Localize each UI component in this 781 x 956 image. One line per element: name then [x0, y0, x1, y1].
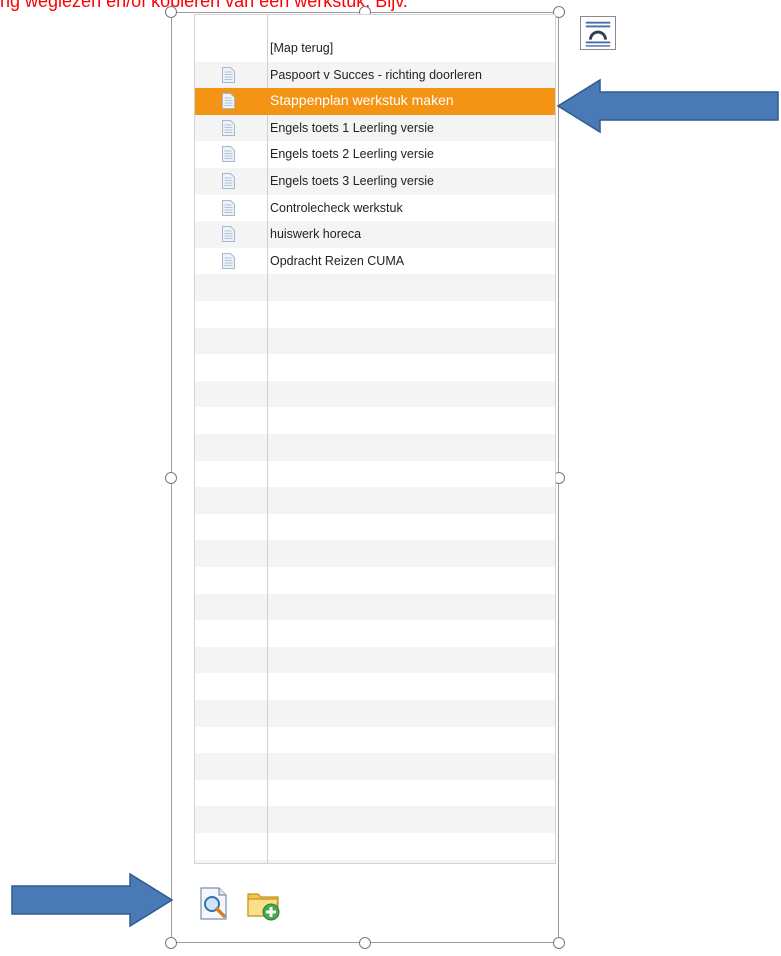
row-stripe [195, 434, 555, 461]
left-pointing-arrow [556, 78, 779, 134]
document-icon [222, 93, 235, 110]
resize-handle-middle-left[interactable] [165, 472, 177, 484]
document-icon [222, 199, 235, 216]
row-stripe [195, 540, 555, 567]
list-item-label: Stappenplan werkstuk maken [270, 92, 454, 109]
list-item[interactable]: Engels toets 3 Leerling versie [195, 168, 555, 195]
list-item-label: Engels toets 1 Leerling versie [270, 120, 434, 135]
row-stripe [195, 380, 555, 408]
row-stripe [195, 646, 555, 674]
document-icon [222, 66, 235, 83]
folder-add-icon[interactable] [246, 886, 282, 922]
row-stripe [195, 593, 555, 621]
row-stripe [195, 700, 555, 727]
resize-handle-bottom-left[interactable] [165, 937, 177, 949]
list-item[interactable]: Engels toets 1 Leerling versie [195, 115, 555, 142]
list-item-label: huiswerk horeca [270, 227, 362, 242]
row-stripe [195, 327, 555, 355]
resize-handle-bottom-right[interactable] [553, 937, 565, 949]
right-pointing-arrow [11, 872, 174, 928]
list-item[interactable]: Controlecheck werkstuk [195, 195, 555, 222]
document-icon [222, 252, 235, 269]
list-item[interactable]: Engels toets 2 Leerling versie [195, 141, 555, 168]
row-stripe [195, 487, 555, 514]
row-stripe [195, 274, 555, 301]
resize-handle-bottom-center[interactable] [359, 937, 371, 949]
list-item[interactable]: Paspoort v Succes - richting doorleren [195, 62, 555, 89]
list-item-label: Controlecheck werkstuk [270, 200, 403, 215]
text-wrap-icon[interactable] [580, 16, 616, 50]
document-icon [222, 119, 235, 136]
list-item-label: Engels toets 3 Leerling versie [270, 174, 434, 188]
document-icon [222, 226, 235, 243]
row-stripe [195, 806, 555, 833]
list-item[interactable]: huiswerk horeca [195, 221, 555, 248]
list-item-label: Engels toets 2 Leerling versie [270, 147, 434, 162]
list-item-selected[interactable]: Stappenplan werkstuk maken [195, 88, 555, 115]
list-item[interactable]: Opdracht Reizen CUMA [195, 248, 555, 275]
row-stripe [195, 859, 555, 863]
list-item-label: [Map terug] [270, 41, 334, 55]
document-icon [222, 146, 235, 163]
document-icon [222, 173, 235, 189]
list-item-label: Opdracht Reizen CUMA [270, 253, 405, 268]
file-list-panel: [Map terug] Paspoort v Succes - richting… [194, 14, 556, 864]
list-item-map-terug[interactable]: [Map terug] [195, 35, 555, 62]
row-stripe [195, 753, 555, 780]
resize-handle-top-left[interactable] [165, 6, 177, 18]
list-item-label: Paspoort v Succes - richting doorleren [270, 67, 482, 82]
magnifier-document-icon[interactable] [196, 886, 232, 922]
instruction-text: ng weglezen en/of kopiëren van een werks… [0, 0, 408, 11]
